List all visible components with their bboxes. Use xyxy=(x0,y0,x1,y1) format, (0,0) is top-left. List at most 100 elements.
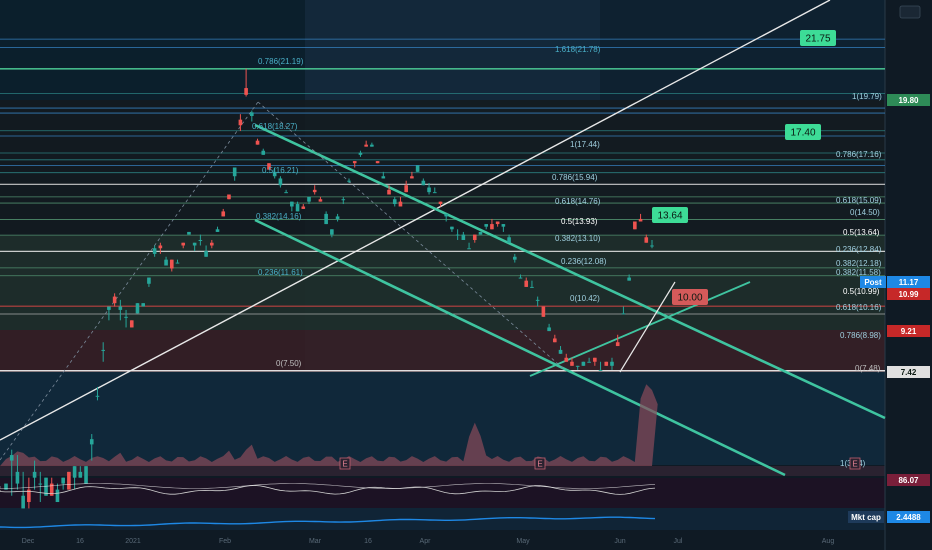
price-tag-9-21: 9.21 xyxy=(901,327,917,336)
candle-body xyxy=(392,199,397,205)
candle-body xyxy=(381,176,386,179)
fib-label-upper: 0.5(16.21) xyxy=(262,166,299,175)
zone-dark-band xyxy=(0,100,885,235)
x-tick-label: Apr xyxy=(420,538,432,545)
candle-body xyxy=(164,259,168,266)
candle-body xyxy=(564,357,569,362)
candle-body xyxy=(598,369,603,371)
candle-body xyxy=(535,299,540,301)
fib-label-mid: 1(17.44) xyxy=(570,140,600,149)
chart-area[interactable]: 0.786(21.19) 1.618(21.78) 0.618(18.27) 0.5(… xyxy=(0,0,932,550)
indicator-tag-86-07: 86.07 xyxy=(898,476,919,485)
candle-body xyxy=(398,201,403,207)
candle-body xyxy=(633,221,637,230)
candle-body xyxy=(621,313,626,315)
volume-strip xyxy=(0,466,885,476)
callout-text: 13.64 xyxy=(657,211,682,222)
candle-body xyxy=(238,119,243,126)
candle-body xyxy=(312,189,317,193)
candle-body xyxy=(192,242,197,246)
candle-body xyxy=(472,234,477,240)
price-callout[interactable]: 10.00 xyxy=(672,289,708,305)
fib-label-right: 0.618(10.16) xyxy=(836,303,882,312)
fib-label-upper: 0.618(18.27) xyxy=(252,122,298,131)
earnings-marker: E xyxy=(537,460,542,469)
candle-body xyxy=(255,140,260,145)
candle-body xyxy=(67,471,71,490)
candle-body xyxy=(570,361,574,366)
candle-body xyxy=(78,471,83,478)
candle-body xyxy=(284,192,288,194)
fib-label-upper: 0(7.50) xyxy=(276,359,302,368)
candle-body xyxy=(221,211,226,217)
candle-body xyxy=(478,231,483,235)
candle-body xyxy=(352,161,357,164)
fib-label-right: 0.236(12.84) xyxy=(836,245,882,254)
indicator-tag-mktcap: Mkt cap xyxy=(851,513,881,522)
x-tick-label: 16 xyxy=(364,538,372,545)
candle-body xyxy=(650,245,654,247)
mktcap-pane xyxy=(0,508,885,530)
x-tick-label: Aug xyxy=(822,538,835,545)
candle-body xyxy=(421,180,426,186)
candle-body xyxy=(9,455,14,461)
fib-label-upper: 0.236(11.61) xyxy=(258,268,303,277)
fib-label-right: 0.5(10.99) xyxy=(843,287,880,296)
candle-body xyxy=(118,306,123,310)
candle-body xyxy=(341,199,346,201)
candle-body xyxy=(558,349,563,354)
candle-body xyxy=(530,286,534,288)
candle-body xyxy=(55,489,60,503)
candle-body xyxy=(38,483,43,485)
price-callout[interactable]: 17.40 xyxy=(785,124,821,140)
candle-body xyxy=(615,342,620,347)
fib-label-mid: 0.618(14.76) xyxy=(555,197,601,206)
fib-label-mid: 0.5(13.93) xyxy=(561,217,598,226)
candle-body xyxy=(318,199,323,202)
price-chart[interactable]: 0.786(21.19) 1.618(21.78) 0.618(18.27) 0.5(… xyxy=(0,0,932,550)
candle-body xyxy=(593,357,597,362)
candle-body xyxy=(541,306,546,317)
candle-body xyxy=(610,361,614,366)
candle-body xyxy=(175,262,180,264)
fib-label-mid: 0.382(13.10) xyxy=(555,234,601,243)
candle-body xyxy=(427,187,431,193)
candle-body xyxy=(152,248,157,254)
candle-body xyxy=(455,234,460,236)
fib-label-right: 0.786(8.98) xyxy=(840,331,881,340)
fib-label-mid: 0.236(12.08) xyxy=(561,257,607,266)
price-callout[interactable]: 13.64 xyxy=(652,207,688,223)
candle-body xyxy=(553,338,557,343)
candle-body xyxy=(524,280,529,287)
fib-label-right: 0.382(11.58) xyxy=(836,268,881,277)
candle-body xyxy=(101,349,105,351)
x-tick-label: 16 xyxy=(76,538,84,545)
price-tag-post: Post xyxy=(864,278,882,287)
candle-body xyxy=(295,204,300,212)
candle-body xyxy=(129,320,134,328)
candle-body xyxy=(89,439,94,445)
candle-body xyxy=(232,167,237,177)
fib-label-right: 0.786(17.16) xyxy=(836,150,882,159)
price-axis-pane xyxy=(885,0,932,550)
fib-label-upper: 0.382(14.16) xyxy=(256,212,302,221)
candle-body xyxy=(627,277,631,281)
candle-body xyxy=(410,176,414,179)
callout-text: 17.40 xyxy=(790,128,815,139)
candle-body xyxy=(484,224,489,227)
zone-green-band xyxy=(0,235,885,330)
price-tag-7-42: 7.42 xyxy=(901,368,917,377)
fib-label-right: 0(7.48) xyxy=(855,364,881,373)
candle-body xyxy=(415,165,420,172)
candle-body xyxy=(301,206,306,209)
x-tick-label: Mar xyxy=(309,538,322,545)
candle-body xyxy=(432,192,437,194)
candle-body xyxy=(547,327,551,332)
earnings-marker: E xyxy=(342,460,347,469)
candle-body xyxy=(158,245,163,249)
candle-body xyxy=(198,239,203,241)
candle-body xyxy=(187,231,191,235)
candle-body xyxy=(107,306,111,310)
price-callout[interactable]: 21.75 xyxy=(800,30,836,46)
candle-body xyxy=(32,471,37,478)
